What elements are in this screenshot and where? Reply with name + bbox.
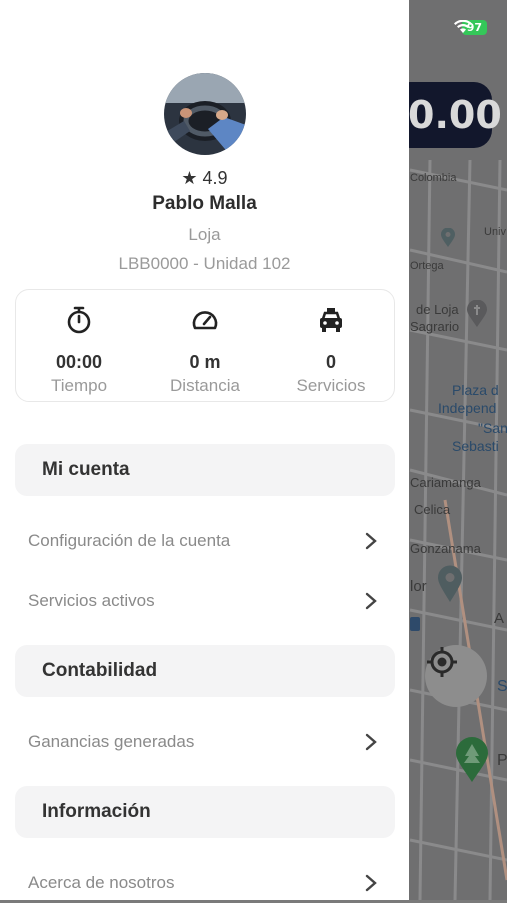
driver-name: Pablo Malla — [152, 193, 257, 214]
menu-item-label: Configuración de la cuenta — [28, 531, 231, 550]
stat-services: 0 Servicios — [268, 290, 394, 401]
menu-item-label: Servicios activos — [28, 591, 155, 610]
map-label: Sebasti — [452, 438, 499, 454]
map-label: Colombia — [410, 172, 457, 184]
chevron-right-icon — [365, 874, 377, 892]
stat-services-label: Servicios — [296, 376, 366, 395]
stat-distance-label: Distancia — [170, 376, 240, 395]
locate-me-button[interactable] — [425, 645, 487, 707]
map-label: de Loja — [416, 302, 459, 317]
chevron-right-icon — [365, 592, 377, 610]
map-label: S — [497, 678, 507, 695]
chevron-right-icon — [365, 733, 377, 751]
stat-distance-value: 0 m — [189, 352, 221, 372]
map-label: lor — [410, 578, 427, 595]
status-bar: 97 — [453, 20, 487, 35]
map-label: Ortega — [410, 260, 444, 272]
menu-item-servicios-activos[interactable]: Servicios activos — [28, 581, 378, 621]
map-label: Celica — [414, 502, 451, 517]
avatar[interactable] — [164, 73, 246, 155]
driver-rating: ★ 4.9 — [181, 168, 228, 188]
side-drawer: ★ 4.9 Pablo Malla Loja LBB0000 - Unidad … — [0, 0, 409, 900]
map-label: A — [494, 610, 505, 627]
taxi-icon — [316, 305, 346, 340]
map-label: Gonzanama — [410, 541, 481, 556]
stat-services-value: 0 — [325, 352, 336, 372]
map-label: "San — [478, 420, 507, 436]
map-label: Plaza d — [452, 382, 499, 398]
section-informacion: Información — [15, 786, 395, 838]
stat-time-label: Tiempo — [50, 376, 108, 395]
menu-item-configuracion[interactable]: Configuración de la cuenta — [28, 521, 378, 561]
menu-item-ganancias[interactable]: Ganancias generadas — [28, 722, 378, 762]
stopwatch-icon — [64, 305, 94, 340]
speedometer-icon — [190, 305, 220, 340]
driver-city: Loja — [188, 225, 221, 244]
vehicle-unit: LBB0000 - Unidad 102 — [118, 254, 291, 273]
menu-item-acerca[interactable]: Acerca de nosotros — [28, 863, 378, 903]
stat-time-value: 00:00 — [55, 352, 103, 372]
chevron-right-icon — [365, 532, 377, 550]
map-label: Univ — [484, 226, 507, 238]
section-mi-cuenta: Mi cuenta — [15, 444, 395, 496]
stat-time: 00:00 Tiempo — [16, 290, 142, 401]
map-label: Sagrario — [410, 319, 460, 334]
menu-item-label: Acerca de nosotros — [28, 873, 175, 892]
map-label: P — [497, 752, 507, 769]
section-contabilidad: Contabilidad — [15, 645, 395, 697]
stat-distance: 0 m Distancia — [142, 290, 268, 401]
menu-item-label: Ganancias generadas — [28, 732, 195, 751]
trip-stats-card: 00:00 Tiempo 0 m Distancia 0 Servicios — [15, 289, 395, 402]
map-label: Independ — [438, 400, 497, 416]
map-label: Cariamanga — [410, 475, 481, 490]
